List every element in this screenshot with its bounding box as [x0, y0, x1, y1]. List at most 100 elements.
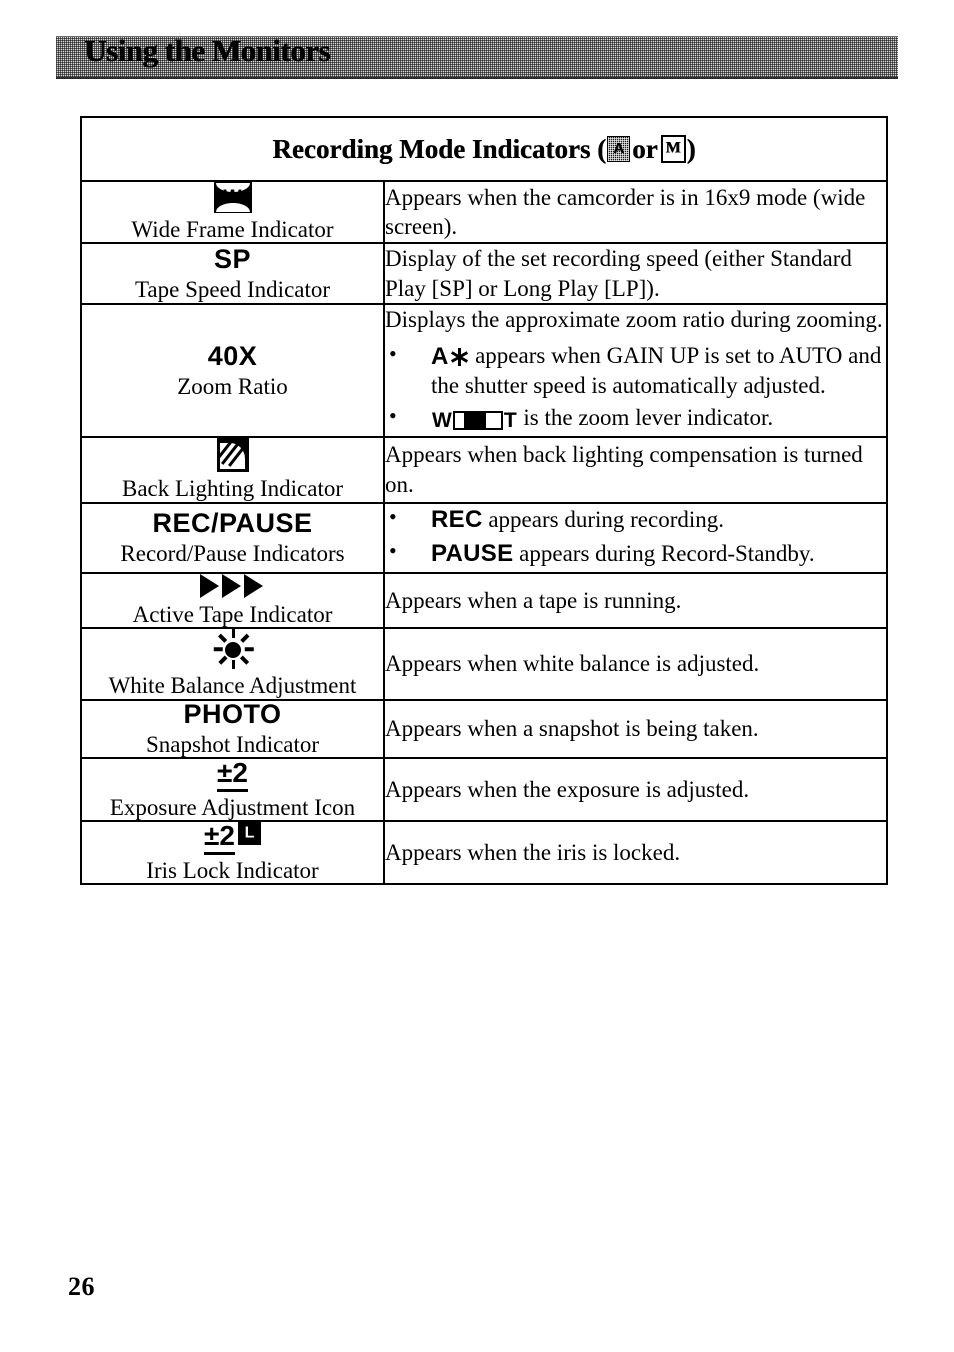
- list-item: W T is the zoom lever indicator.: [385, 402, 886, 433]
- manual-mode-icon: M: [660, 135, 686, 163]
- description-cell-active-tape: Appears when a tape is running.: [382, 571, 889, 630]
- description-text: Appears when white balance is adjusted.: [385, 651, 760, 677]
- rec-keyword: REC: [431, 505, 483, 533]
- list-item: PAUSE appears during Record-Standby.: [385, 537, 886, 569]
- description-text: Appears when a tape is running.: [385, 587, 682, 613]
- description-cell-white-balance: Appears when white balance is adjusted.: [382, 627, 889, 701]
- indicator-label: Iris Lock Indicator: [146, 858, 319, 884]
- auto-mode-icon: A: [607, 136, 631, 162]
- list-item-text: is the zoom lever indicator.: [517, 405, 774, 431]
- table-row: White Balance Adjustment Appears when wh…: [80, 627, 889, 701]
- zoom-ratio-symbol: 40X: [82, 340, 383, 371]
- table-title: Recording Mode Indicators ( A or M ): [272, 134, 695, 165]
- table-row: 40X Zoom Ratio Displays the approximate …: [80, 303, 889, 439]
- indicator-cell-rec-pause: REC/PAUSE Record/Pause Indicators: [80, 501, 385, 574]
- gain-up-icon: A: [431, 345, 469, 369]
- recording-mode-indicators-table: Recording Mode Indicators ( A or M ) W W…: [79, 116, 889, 886]
- tape-speed-symbol-text: SP: [213, 243, 252, 274]
- table-row: ±2 Exposure Adjustment Icon Appears when…: [80, 756, 889, 823]
- exposure-symbol: ±2: [82, 756, 383, 792]
- table-row: Back Lighting Indicator Appears when bac…: [80, 436, 889, 504]
- running-head-band: Using the Monitors: [56, 33, 898, 79]
- list-item: REC appears during recording.: [385, 503, 886, 535]
- table-title-conjunction: or: [632, 133, 658, 164]
- rec-pause-symbol-text: REC/PAUSE: [152, 507, 313, 538]
- description-cell-snapshot: Appears when a snapshot is being taken.: [382, 698, 889, 759]
- table-title-prefix: Recording Mode Indicators (: [272, 133, 607, 164]
- back-lighting-icon: [216, 438, 249, 473]
- back-lighting-symbol: [82, 438, 383, 473]
- play-triangle-icon: [243, 573, 263, 598]
- indicator-label: Active Tape Indicator: [132, 601, 333, 627]
- rec-pause-symbol: REC/PAUSE: [82, 507, 383, 538]
- indicator-cell-wide-frame: W Wide Frame Indicator: [80, 179, 385, 245]
- description-text: Appears when the camcorder is in 16x9 mo…: [385, 184, 866, 240]
- rec-pause-bullet-list: REC appears during recording. PAUSE appe…: [385, 503, 886, 569]
- description-text: Appears when a snapshot is being taken.: [385, 715, 759, 741]
- zoom-lever-tele-letter: T: [503, 408, 517, 432]
- description-cell-rec-pause: REC appears during recording. PAUSE appe…: [382, 501, 889, 574]
- table-row: PHOTO Snapshot Indicator Appears when a …: [80, 698, 889, 759]
- snapshot-symbol-text: PHOTO: [183, 698, 282, 729]
- description-text: Appears when back lighting compensation …: [385, 442, 863, 497]
- indicator-label: Exposure Adjustment Icon: [109, 794, 356, 820]
- table-row: ±2 L Iris Lock Indicator Appears when the…: [80, 820, 889, 886]
- indicator-label: White Balance Adjustment: [108, 673, 357, 699]
- table-title-row: Recording Mode Indicators ( A or M ): [79, 116, 889, 182]
- table-title-cell: Recording Mode Indicators ( A or M ): [79, 116, 889, 182]
- description-text: Appears when the iris is locked.: [385, 840, 681, 866]
- indicator-cell-tape-speed: SP Tape Speed Indicator: [80, 242, 385, 306]
- table-row: W Wide Frame Indicator Appears when the …: [80, 179, 889, 245]
- list-item: A appears when GAIN UP is set to AUTO an…: [385, 340, 886, 401]
- indicator-cell-white-balance: White Balance Adjustment: [80, 627, 385, 701]
- lock-icon: L: [237, 822, 261, 846]
- wide-frame-symbol: W: [82, 182, 383, 213]
- active-tape-symbol: [82, 573, 383, 598]
- description-cell-exposure: Appears when the exposure is adjusted.: [382, 756, 889, 823]
- manual-mode-icon-letter: M: [665, 139, 681, 157]
- table-row: SP Tape Speed Indicator Display of the s…: [80, 242, 889, 306]
- zoom-ratio-bullet-list: A appears when GAIN UP is set to AUTO an…: [385, 340, 886, 434]
- zoom-lever-wide-letter: W: [432, 408, 452, 432]
- zoom-lever-bar: [452, 410, 503, 430]
- description-text: Display of the set recording speed (eith…: [385, 246, 852, 301]
- table-title-suffix: ): [686, 133, 696, 164]
- table-row: Active Tape Indicator Appears when a tap…: [80, 571, 889, 630]
- table-row: REC/PAUSE Record/Pause Indicators REC ap…: [80, 501, 889, 574]
- indicator-cell-zoom-ratio: 40X Zoom Ratio: [80, 303, 385, 439]
- indicator-cell-active-tape: Active Tape Indicator: [80, 571, 385, 630]
- wide-frame-icon: W: [213, 182, 252, 213]
- indicator-label: Tape Speed Indicator: [134, 276, 331, 302]
- indicator-label: Wide Frame Indicator: [131, 217, 334, 242]
- indicator-label: Zoom Ratio: [177, 373, 288, 399]
- zoom-ratio-symbol-text: 40X: [207, 340, 258, 371]
- iris-lock-symbol: ±2 L: [82, 820, 383, 856]
- indicator-cell-exposure: ±2 Exposure Adjustment Icon: [80, 756, 385, 823]
- list-item-text: appears during recording.: [482, 506, 724, 532]
- description-text: Displays the approximate zoom ratio duri…: [385, 307, 883, 333]
- lock-icon-letter: L: [244, 824, 255, 842]
- play-triangle-icon: [221, 573, 241, 598]
- description-cell-tape-speed: Display of the set recording speed (eith…: [382, 242, 889, 306]
- indicator-label: Record/Pause Indicators: [120, 540, 345, 566]
- white-balance-symbol: [82, 629, 383, 670]
- list-item-text: appears when GAIN UP is set to AUTO and …: [431, 342, 882, 398]
- indicator-cell-iris-lock: ±2 L Iris Lock Indicator: [80, 820, 385, 886]
- indicator-label: Back Lighting Indicator: [122, 476, 343, 502]
- running-head-title: Using the Monitors: [84, 33, 330, 68]
- tape-speed-symbol: SP: [82, 243, 383, 274]
- zoom-lever-icon: W T: [432, 410, 517, 431]
- indicator-cell-back-lighting: Back Lighting Indicator: [80, 436, 385, 504]
- page-number: 26: [68, 1272, 95, 1301]
- play-triangle-icon: [199, 573, 219, 598]
- gain-up-icon-letter: A: [431, 343, 449, 371]
- description-cell-zoom-ratio: Displays the approximate zoom ratio duri…: [382, 303, 889, 439]
- indicator-label: Snapshot Indicator: [145, 731, 320, 757]
- pause-keyword: PAUSE: [431, 539, 514, 567]
- list-item-text: appears during Record-Standby.: [513, 540, 815, 566]
- gain-up-star-icon: [449, 347, 469, 367]
- sun-icon: [213, 629, 253, 670]
- description-cell-back-lighting: Appears when back lighting compensation …: [382, 436, 889, 504]
- description-text: Appears when the exposure is adjusted.: [385, 776, 750, 802]
- iris-lock-symbol-text: ±2: [204, 820, 235, 856]
